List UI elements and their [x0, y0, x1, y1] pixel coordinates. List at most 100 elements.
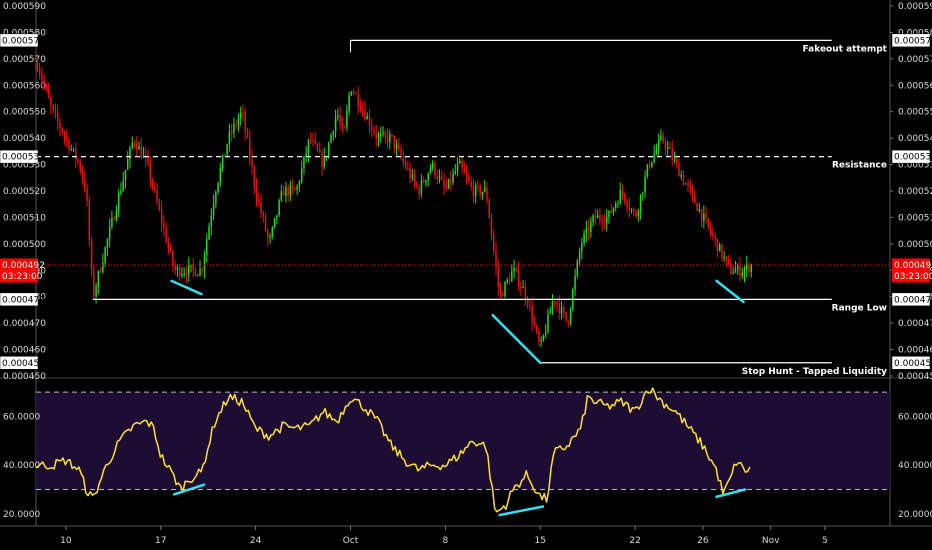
candle-body [563, 307, 565, 313]
candle-body [592, 215, 594, 222]
candle-body [386, 135, 389, 143]
candle-body [319, 150, 321, 153]
candle-body [357, 94, 359, 107]
candle-body [678, 163, 680, 177]
candle-body [621, 190, 624, 194]
candle-body [332, 131, 335, 135]
candle-body [705, 213, 707, 219]
candle-body [309, 139, 312, 141]
current-price-tag-left: 0.000492 [2, 261, 45, 271]
candle-body [445, 186, 448, 189]
candle-body [416, 182, 418, 188]
candle-body [206, 239, 208, 255]
candle-body [657, 140, 660, 150]
candle-body [470, 181, 472, 187]
candle-body [583, 233, 585, 244]
candle-body [542, 335, 545, 341]
candle-body [197, 274, 199, 276]
rsi-ytick-left: 60.0000 [3, 413, 40, 423]
candle-body [605, 216, 608, 224]
candle-body [113, 217, 115, 220]
candle-body [400, 148, 402, 157]
candle-body [65, 136, 68, 140]
candle-body [601, 219, 603, 223]
candle-body [264, 216, 267, 231]
candle-body [237, 118, 240, 125]
price-ytick-right: 0.000460 [898, 346, 932, 356]
candle-body [685, 183, 687, 185]
candle-body [497, 267, 499, 287]
candle-body [389, 134, 391, 143]
candle-body [303, 156, 305, 169]
price-tag-left: 0.000455 [2, 359, 45, 369]
candle-body [187, 265, 190, 276]
candle-body [384, 132, 387, 136]
candle-body [380, 134, 382, 137]
current-price-timer-left: 03:23:00 [2, 272, 43, 282]
rsi-ytick-left: 20.0000 [3, 510, 40, 520]
candle-body [174, 265, 176, 271]
candle-body [133, 142, 136, 144]
candle-body [689, 185, 692, 189]
candle-body [694, 193, 696, 204]
candle-body [436, 175, 438, 179]
price-ytick-right: 0.000570 [898, 55, 932, 65]
price-tag-right: 0.000479 [894, 295, 932, 305]
x-tick-label: 22 [629, 536, 640, 546]
candle-body [219, 168, 222, 183]
candle-body [165, 228, 167, 243]
price-tag-left: 0.000577 [2, 36, 45, 46]
candle-body [474, 185, 477, 197]
candle-body [343, 127, 346, 129]
candle-body [221, 155, 224, 169]
candle-body [167, 242, 170, 248]
price-ytick-right: 0.000470 [898, 319, 932, 329]
candle-body [314, 139, 316, 144]
candle-body [79, 161, 82, 171]
x-tick-label: 10 [60, 536, 72, 546]
candle-body [560, 307, 563, 313]
candle-body [244, 112, 246, 131]
candle-body [723, 256, 725, 258]
candle-body [38, 69, 41, 75]
candle-body [712, 232, 714, 236]
candle-body [411, 174, 414, 179]
candle-body [156, 189, 158, 202]
candle-body [163, 223, 165, 229]
candle-body [450, 178, 452, 183]
price-tag-right: 0.000455 [894, 359, 932, 369]
candle-body [355, 93, 357, 95]
candle-body [642, 192, 644, 195]
candle-body [447, 178, 450, 189]
candle-body [666, 147, 669, 149]
candle-body [248, 137, 251, 159]
candle-body [443, 179, 445, 187]
candle-body [472, 186, 475, 197]
candle-body [368, 116, 371, 127]
candle-body [251, 158, 253, 168]
candle-body [459, 160, 461, 164]
candle-body [366, 116, 368, 120]
candle-body [289, 185, 292, 196]
candle-body [407, 167, 409, 169]
candle-body [567, 320, 570, 323]
candle-body [492, 234, 495, 251]
candle-body [750, 264, 753, 273]
candle-body [748, 264, 750, 273]
candle-body [382, 132, 384, 135]
candle-body [330, 134, 332, 143]
candle-body [316, 143, 319, 151]
candle-body [352, 91, 355, 94]
candle-body [511, 271, 513, 282]
rsi-ytick-right: 40.0000 [898, 461, 932, 471]
candle-body [633, 209, 635, 213]
candle-body [556, 301, 558, 304]
candle-body [72, 148, 75, 150]
price-ytick-right: 0.000510 [898, 213, 932, 223]
candle-body [90, 240, 93, 271]
candle-body [698, 209, 701, 211]
candle-body [614, 204, 617, 208]
price-ytick-right: 0.000550 [898, 108, 932, 118]
price-tag-right: 0.000533 [894, 153, 932, 163]
price-ytick-left: 0.000590 [3, 2, 46, 12]
